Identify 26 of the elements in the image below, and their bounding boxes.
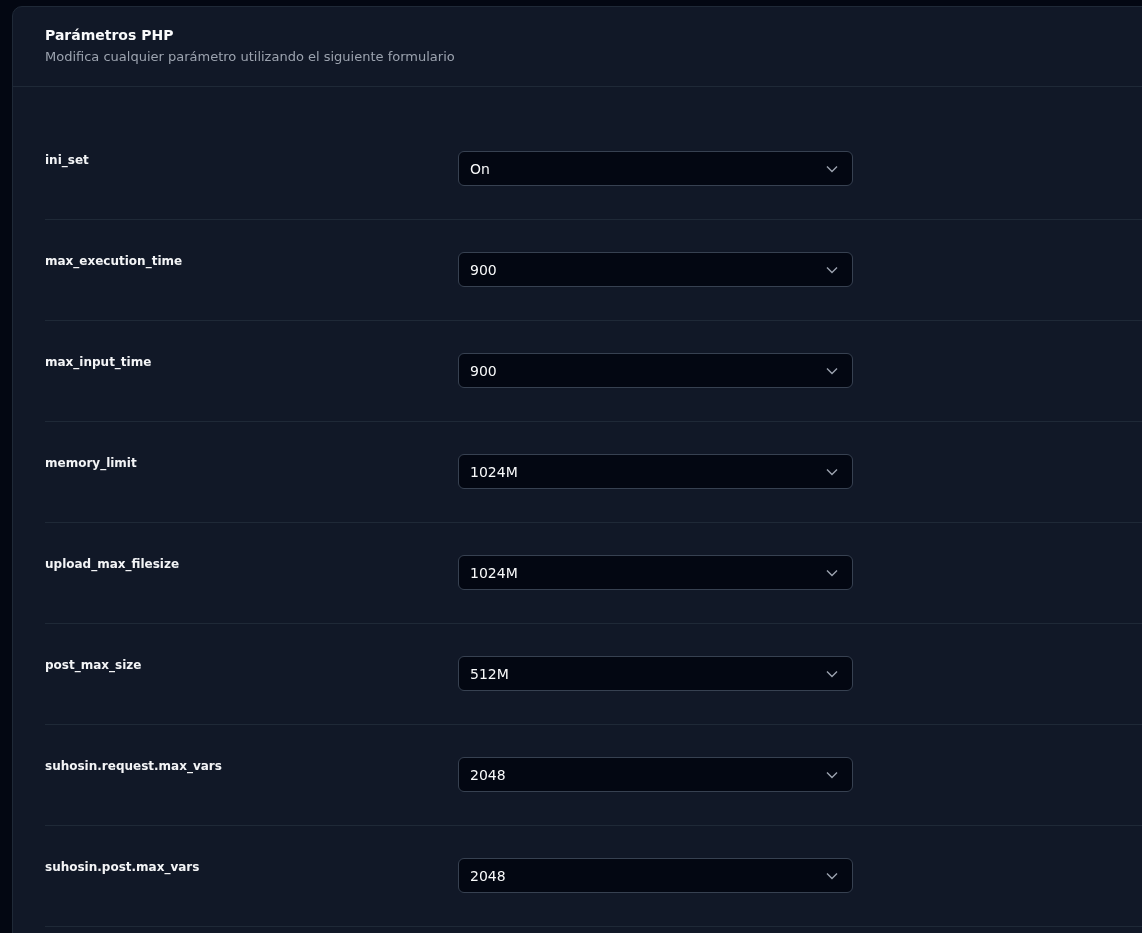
value-dropdown[interactable]: 2048	[458, 858, 853, 893]
panel-subtitle: Modifica cualquier parámetro utilizando el siguiente formulario	[45, 49, 456, 64]
parameter-label: suhosin.post.max_vars	[45, 859, 201, 877]
parameter-label: max_input_time	[45, 354, 153, 372]
chevron-down-icon	[826, 366, 838, 375]
value-dropdown[interactable]: 2048	[458, 757, 853, 792]
chevron-down-icon	[826, 669, 838, 678]
value-dropdown[interactable]: 1024M	[458, 454, 853, 489]
panel-title: Parámetros PHP	[45, 27, 175, 43]
chevron-down-icon	[826, 770, 838, 779]
parameter-label: ini_set	[45, 152, 90, 170]
parameter-label: post_max_size	[45, 657, 143, 675]
value-dropdown[interactable]: 1024M	[458, 555, 853, 590]
parameter-label: max_execution_time	[45, 253, 184, 271]
value-dropdown[interactable]: On	[458, 151, 853, 186]
parameter-label: memory_limit	[45, 455, 138, 473]
chevron-down-icon	[826, 568, 838, 577]
parameter-label: suhosin.request.max_vars	[45, 758, 223, 776]
value-dropdown[interactable]: 900	[458, 353, 853, 388]
chevron-down-icon	[826, 871, 838, 880]
value-dropdown[interactable]: 512M	[458, 656, 853, 691]
chevron-down-icon	[826, 467, 838, 476]
parameter-label: upload_max_filesize	[45, 556, 181, 574]
value-dropdown[interactable]: 900	[458, 252, 853, 287]
chevron-down-icon	[826, 164, 838, 173]
chevron-down-icon	[826, 265, 838, 274]
